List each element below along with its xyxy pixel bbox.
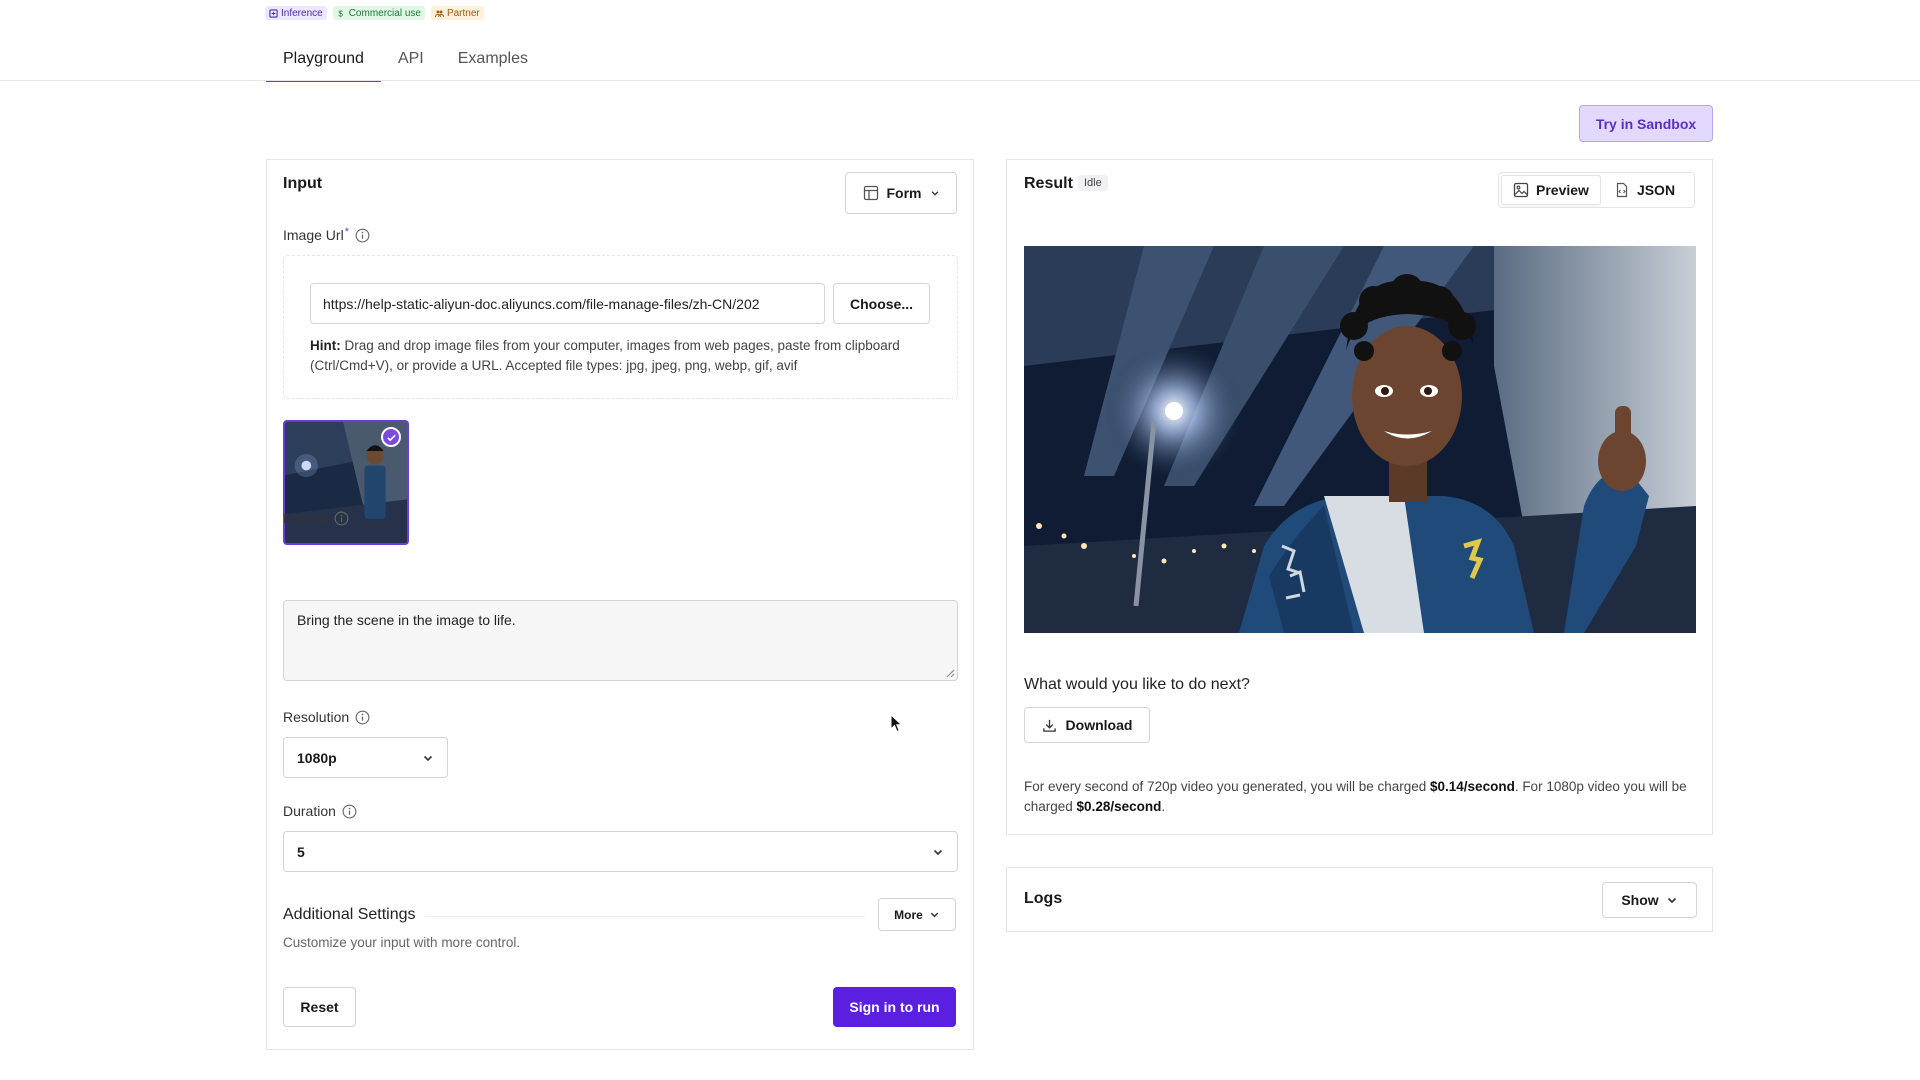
page-tabs: Playground API Examples	[266, 44, 545, 82]
layout-icon	[863, 185, 878, 201]
resolution-select[interactable]: 1080p	[283, 737, 448, 778]
chevron-down-icon	[931, 191, 938, 196]
partner-badge: Partner	[430, 6, 484, 20]
more-settings-button[interactable]: More	[878, 898, 956, 931]
inference-icon	[269, 8, 278, 18]
result-title: Result	[1024, 175, 1073, 192]
form-view-dropdown[interactable]: Form	[845, 172, 957, 214]
divider	[425, 916, 865, 917]
tab-api[interactable]: API	[381, 44, 441, 82]
logs-panel: Logs Show	[1006, 867, 1713, 932]
svg-text:$: $	[338, 9, 343, 17]
tab-playground[interactable]: Playground	[266, 44, 381, 82]
badge-row: Inference $ Commercial use Partner	[265, 6, 484, 20]
choose-file-button[interactable]: Choose...	[833, 283, 930, 324]
next-steps-question: What would you like to do next?	[1024, 676, 1250, 693]
sign-in-to-run-button[interactable]: Sign in to run	[833, 987, 956, 1027]
input-panel: Input Form Image Url * https://help-stat…	[266, 159, 974, 1050]
info-icon[interactable]	[355, 710, 370, 725]
download-icon	[1042, 719, 1056, 732]
chevron-down-icon	[933, 849, 943, 855]
reset-button[interactable]: Reset	[283, 987, 356, 1027]
info-icon[interactable]	[334, 511, 349, 526]
selected-check-icon	[381, 427, 401, 447]
view-toggle: Preview JSON	[1498, 172, 1695, 208]
additional-settings-title: Additional Settings	[283, 906, 416, 923]
download-button[interactable]: Download	[1024, 707, 1150, 743]
upload-hint: Hint: Drag and drop image files from you…	[310, 338, 900, 373]
result-preview-image	[1024, 246, 1696, 633]
image-url-input[interactable]: https://help-static-aliyun-doc.aliyuncs.…	[310, 283, 825, 324]
chevron-down-icon	[1667, 897, 1676, 904]
json-toggle[interactable]: JSON	[1603, 175, 1686, 205]
mouse-cursor-icon	[890, 714, 903, 733]
status-badge: Idle	[1078, 175, 1108, 191]
duration-label: Duration	[283, 803, 357, 819]
dollar-icon: $	[338, 9, 343, 17]
logs-title: Logs	[1024, 890, 1063, 907]
input-title: Input	[283, 175, 323, 192]
file-code-icon	[1616, 182, 1628, 198]
tabs-divider	[0, 80, 1920, 81]
image-dropzone[interactable]: https://help-static-aliyun-doc.aliyuncs.…	[283, 255, 958, 399]
selected-image-thumbnail[interactable]	[283, 420, 409, 545]
chevron-down-icon	[423, 755, 433, 761]
info-icon[interactable]	[342, 804, 357, 819]
image-url-label: Image Url *	[283, 226, 370, 243]
inference-badge: Inference	[265, 6, 327, 20]
image-icon	[1513, 182, 1529, 198]
commercial-badge: $ Commercial use	[332, 6, 425, 20]
partner-icon	[434, 10, 444, 17]
pricing-note: For every second of 720p video you gener…	[1024, 779, 1687, 814]
resolution-label: Resolution	[283, 709, 370, 725]
chevron-down-icon	[930, 912, 939, 918]
resize-handle-icon[interactable]	[945, 668, 955, 678]
result-panel: Result Idle Preview JSON What would you …	[1006, 159, 1713, 835]
try-in-sandbox-button[interactable]: Try in Sandbox	[1579, 105, 1713, 142]
duration-select[interactable]: 5	[283, 831, 958, 872]
prompt-label: Prompt	[283, 510, 349, 526]
preview-toggle[interactable]: Preview	[1501, 175, 1601, 205]
required-mark: *	[344, 226, 349, 238]
prompt-textarea[interactable]: Bring the scene in the image to life.	[283, 600, 958, 681]
tab-examples[interactable]: Examples	[441, 44, 545, 82]
info-icon[interactable]	[355, 228, 370, 243]
show-logs-button[interactable]: Show	[1602, 882, 1697, 918]
additional-settings-subtitle: Customize your input with more control.	[283, 935, 521, 950]
